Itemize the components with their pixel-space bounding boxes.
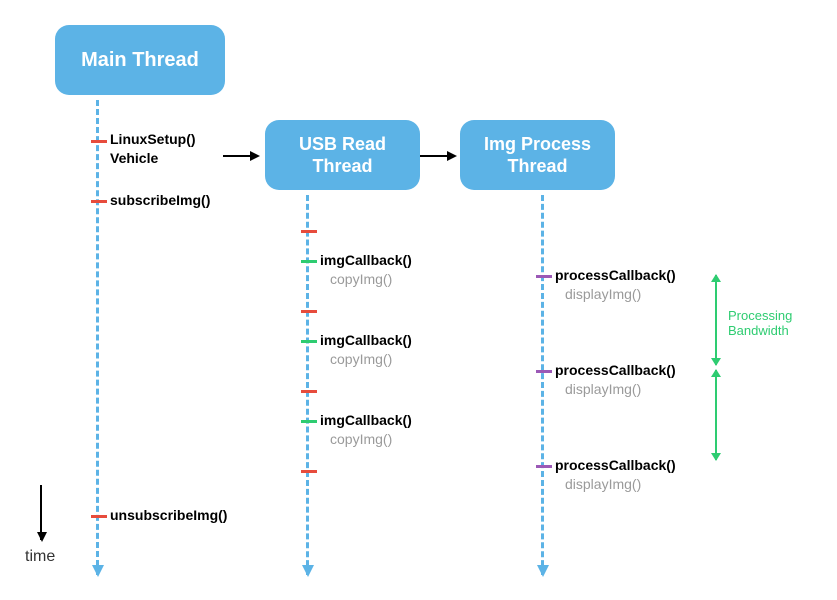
spawn-arrow-usb-img <box>420 155 455 157</box>
label-bandwidth-2: Bandwidth <box>728 323 789 338</box>
thread-box-img: Img Process Thread <box>460 120 615 190</box>
label-subscribe: subscribeImg() <box>110 192 210 208</box>
label-img-callback-2: imgCallback() <box>320 332 412 348</box>
label-unsubscribe: unsubscribeImg() <box>110 507 227 523</box>
time-arrow <box>40 485 42 540</box>
label-copy-img-3: copyImg() <box>330 431 392 447</box>
label-vehicle: Vehicle <box>110 150 158 166</box>
label-display-img-3: displayImg() <box>565 476 641 492</box>
label-process-callback-2: processCallback() <box>555 362 676 378</box>
label-display-img-2: displayImg() <box>565 381 641 397</box>
bandwidth-bar-1 <box>715 275 717 365</box>
label-display-img-1: displayImg() <box>565 286 641 302</box>
label-copy-img-1: copyImg() <box>330 271 392 287</box>
lifeline-usb <box>306 195 309 575</box>
label-img-callback-1: imgCallback() <box>320 252 412 268</box>
thread-box-usb: USB Read Thread <box>265 120 420 190</box>
label-linux-setup: LinuxSetup() <box>110 131 196 147</box>
label-img-callback-3: imgCallback() <box>320 412 412 428</box>
bandwidth-bar-2 <box>715 370 717 460</box>
label-bandwidth-1: Processing <box>728 308 792 323</box>
lifeline-img <box>541 195 544 575</box>
spawn-arrow-main-usb <box>223 155 258 157</box>
thread-box-main: Main Thread <box>55 25 225 95</box>
label-process-callback-1: processCallback() <box>555 267 676 283</box>
label-copy-img-2: copyImg() <box>330 351 392 367</box>
label-time: time <box>25 548 55 566</box>
lifeline-main <box>96 100 99 575</box>
label-process-callback-3: processCallback() <box>555 457 676 473</box>
